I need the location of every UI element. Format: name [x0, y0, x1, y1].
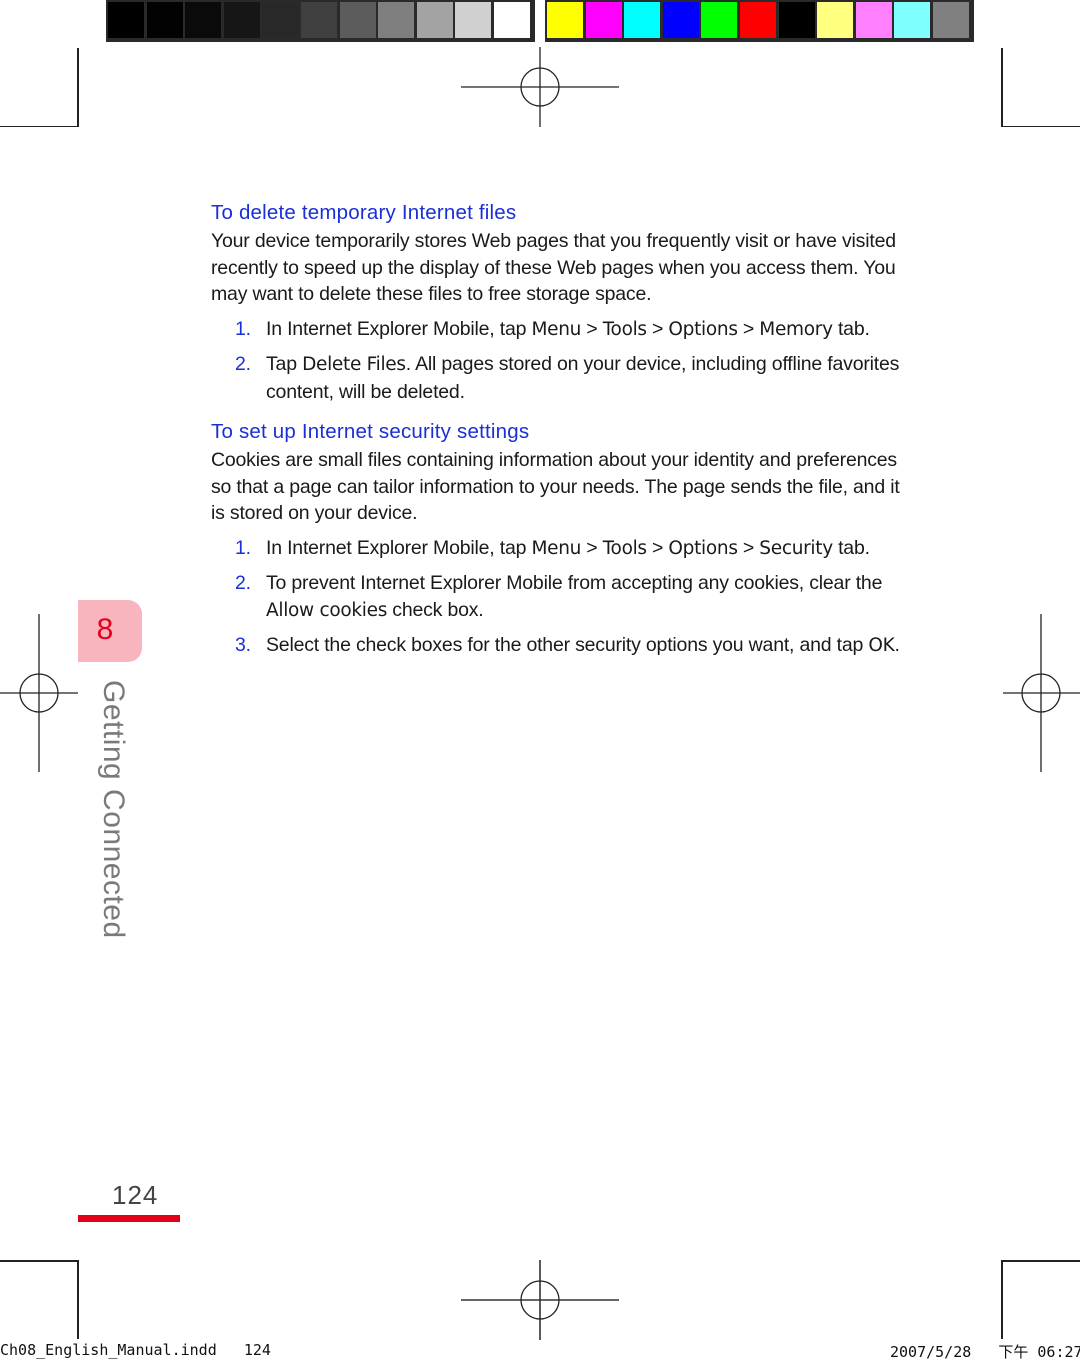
section-heading: To delete temporary Internet files — [211, 201, 517, 224]
step-text: To prevent Internet Explorer Mobile from… — [266, 570, 911, 624]
registration-mark-left-icon — [0, 614, 80, 772]
chapter-title: Getting Connected — [97, 680, 130, 939]
registration-mark-top-icon — [461, 47, 619, 127]
ui-term: Menu — [531, 318, 582, 340]
crop-mark-top-right-horizontal — [1001, 126, 1080, 127]
page-content: To delete temporary Internet files Your … — [211, 200, 911, 674]
gray-swatch — [108, 2, 144, 38]
slug-file-info: Ch08_English_Manual.indd 124 — [0, 1341, 271, 1359]
section-paragraph: Cookies are small files containing infor… — [211, 449, 900, 524]
crop-mark-bottom-left-horizontal — [0, 1260, 79, 1262]
color-swatch — [817, 2, 854, 38]
step-text-run: > — [737, 536, 760, 559]
registration-mark-bottom-icon — [461, 1260, 619, 1340]
section-delete-temp-files: To delete temporary Internet files Your … — [211, 200, 911, 405]
color-swatch — [701, 2, 738, 38]
step-item: 3. Select the check boxes for the other s… — [211, 632, 911, 660]
ui-term: Memory — [759, 318, 833, 340]
color-swatch — [932, 2, 969, 38]
gray-swatch — [185, 2, 222, 38]
gray-swatch — [493, 2, 530, 38]
crop-mark-bottom-left-vertical — [77, 1260, 79, 1339]
ui-term: Tools — [602, 318, 647, 340]
color-swatch — [547, 2, 583, 38]
step-text-run: > — [646, 536, 669, 559]
step-text-run: . — [894, 634, 900, 656]
color-swatch — [855, 2, 892, 38]
color-swatch — [624, 2, 661, 38]
page-number: 124 — [112, 1180, 159, 1210]
registration-mark-right-icon — [1001, 614, 1080, 772]
step-list: 1. In Internet Explorer Mobile, tap Menu … — [211, 316, 911, 406]
gray-swatch — [146, 2, 183, 38]
process-color-bar — [545, 0, 974, 42]
ui-term: Delete Files — [302, 354, 406, 375]
gray-swatch — [416, 2, 453, 38]
step-text-run: > — [737, 317, 760, 340]
step-text-run: Select the check boxes for the other sec… — [266, 634, 869, 656]
step-number: 1. — [235, 536, 251, 559]
crop-mark-bottom-right-vertical — [1001, 1260, 1003, 1339]
step-text: In Internet Explorer Mobile, tap Menu > … — [266, 316, 911, 344]
crop-mark-top-left-vertical — [77, 48, 79, 127]
step-text-run: tab. — [832, 317, 870, 340]
step-number: 1. — [235, 317, 251, 340]
gray-swatch — [339, 2, 376, 38]
slug-timestamp: 2007/5/28 下午 06:27: — [890, 1343, 1080, 1361]
step-text-run: > — [581, 317, 603, 340]
step-item: 1. In Internet Explorer Mobile, tap Menu … — [211, 535, 911, 563]
color-swatch — [585, 2, 622, 38]
ui-term: Menu — [531, 537, 582, 559]
step-text-run: tab. — [832, 536, 870, 559]
ui-term: Tools — [602, 537, 647, 559]
ui-term: Allow cookies — [266, 599, 388, 621]
color-swatch — [778, 2, 815, 38]
section-security-settings: To set up Internet security settings Coo… — [211, 419, 911, 660]
color-swatch — [894, 2, 931, 38]
section-heading: To set up Internet security settings — [211, 420, 530, 443]
step-number: 3. — [235, 634, 251, 656]
step-item: 2. To prevent Internet Explorer Mobile fr… — [211, 570, 911, 624]
grayscale-color-bar — [106, 0, 535, 42]
step-text-run: In Internet Explorer Mobile, tap — [266, 317, 532, 340]
step-text: Tap Delete Files. All pages stored on yo… — [266, 351, 911, 405]
step-item: 1. In Internet Explorer Mobile, tap Menu … — [211, 316, 911, 344]
step-text-run: check box. — [387, 598, 484, 621]
gray-swatch — [262, 2, 299, 38]
step-text-run: > — [581, 536, 603, 559]
gray-swatch — [300, 2, 337, 38]
ui-term: Security — [759, 537, 833, 559]
step-number: 2. — [235, 353, 251, 375]
crop-mark-top-left-horizontal — [0, 126, 79, 127]
color-swatch — [739, 2, 776, 38]
gray-swatch — [223, 2, 260, 38]
step-text-run: > — [646, 317, 669, 340]
step-text-run: Tap — [266, 353, 303, 375]
gray-swatch — [455, 2, 492, 38]
step-item: 2. Tap Delete Files. All pages stored on … — [211, 351, 911, 405]
chapter-tab: 8 — [78, 600, 142, 662]
crop-mark-bottom-right-horizontal — [1001, 1260, 1080, 1262]
ui-term: Options — [668, 318, 738, 340]
ui-term: OK — [868, 635, 895, 656]
ui-term: Options — [668, 537, 738, 559]
color-swatch — [662, 2, 699, 38]
section-paragraph: Your device temporarily stores Web pages… — [211, 230, 896, 305]
step-list: 1. In Internet Explorer Mobile, tap Menu … — [211, 535, 911, 660]
step-text: In Internet Explorer Mobile, tap Menu > … — [266, 535, 911, 563]
page-number-rule — [78, 1215, 180, 1222]
chapter-number: 8 — [96, 613, 114, 646]
gray-swatch — [378, 2, 415, 38]
step-text-run: To prevent Internet Explorer Mobile from… — [266, 572, 883, 594]
step-text-run: In Internet Explorer Mobile, tap — [266, 536, 532, 559]
crop-mark-top-right-vertical — [1001, 48, 1003, 127]
step-number: 2. — [235, 572, 251, 594]
step-text: Select the check boxes for the other sec… — [266, 632, 911, 660]
